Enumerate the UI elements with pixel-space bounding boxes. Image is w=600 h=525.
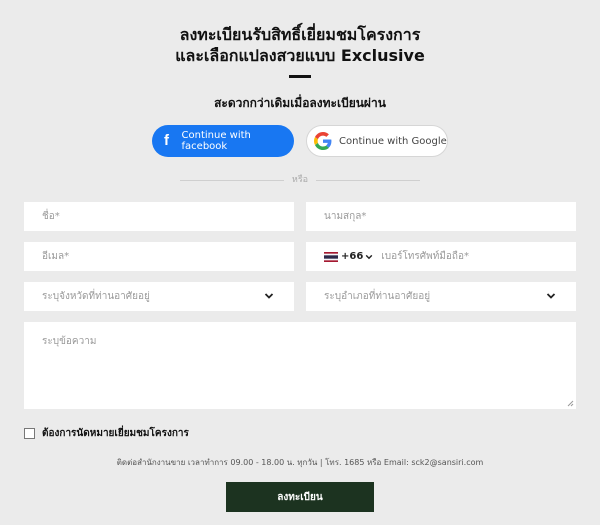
google-icon	[314, 132, 332, 150]
submit-label: ลงทะเบียน	[277, 491, 323, 503]
last-name-placeholder: นามสกุล*	[324, 211, 367, 222]
page-title: ลงทะเบียนรับสิทธิ์เยี่ยมชมโครงการ และเลื…	[0, 24, 600, 66]
visit-appointment-checkbox[interactable]	[24, 427, 35, 439]
email-input[interactable]: อีเมล*	[24, 242, 294, 271]
title-line-1: ลงทะเบียนรับสิทธิ์เยี่ยมชมโครงการ	[179, 25, 421, 44]
email-placeholder: อีเมล*	[42, 251, 70, 262]
country-code-select[interactable]: +66	[341, 251, 363, 262]
title-underline	[289, 75, 311, 78]
province-placeholder: ระบุจังหวัดที่ท่านอาศัยอยู่	[42, 291, 150, 302]
register-submit-button[interactable]: ลงทะเบียน	[226, 482, 374, 512]
visit-appointment-label[interactable]: ต้องการนัดหมายเยี่ยมชมโครงการ	[42, 426, 189, 441]
last-name-input[interactable]: นามสกุล*	[306, 202, 576, 231]
message-textarea[interactable]: ระบุข้อความ	[24, 322, 576, 409]
continue-with-facebook-button[interactable]: f Continue with facebook	[152, 125, 294, 157]
first-name-input[interactable]: ชื่อ*	[24, 202, 294, 231]
phone-input[interactable]: +66 เบอร์โทรศัพท์มือถือ*	[306, 242, 576, 271]
chevron-down-icon	[264, 293, 274, 299]
title-line-2: และเลือกแปลงสวยแบบ Exclusive	[175, 46, 425, 65]
district-placeholder: ระบุอำเภอที่ท่านอาศัยอยู่	[324, 291, 431, 302]
divider-line-right	[316, 180, 420, 181]
visit-appointment-row: ต้องการนัดหมายเยี่ยมชมโครงการ	[24, 426, 189, 440]
province-select[interactable]: ระบุจังหวัดที่ท่านอาศัยอยู่	[24, 282, 294, 311]
resize-handle-icon[interactable]	[567, 400, 574, 407]
contact-info: ติดต่อสำนักงานขาย เวลาทำการ 09.00 - 18.0…	[116, 458, 484, 467]
subtitle: สะดวกกว่าเดิมเมื่อลงทะเบียนผ่าน	[214, 96, 386, 110]
phone-placeholder: เบอร์โทรศัพท์มือถือ*	[381, 251, 469, 262]
continue-with-google-button[interactable]: Continue with Google	[306, 125, 448, 157]
chevron-down-icon	[546, 293, 556, 299]
message-placeholder: ระบุข้อความ	[42, 336, 97, 347]
chevron-down-icon[interactable]	[365, 253, 373, 261]
facebook-icon: f	[164, 132, 169, 149]
first-name-placeholder: ชื่อ*	[42, 211, 60, 222]
thailand-flag-icon	[324, 251, 338, 262]
or-divider: หรือ	[180, 174, 420, 186]
district-select[interactable]: ระบุอำเภอที่ท่านอาศัยอยู่	[306, 282, 576, 311]
google-button-label: Continue with Google	[339, 135, 447, 147]
facebook-button-label: Continue with facebook	[181, 130, 251, 152]
